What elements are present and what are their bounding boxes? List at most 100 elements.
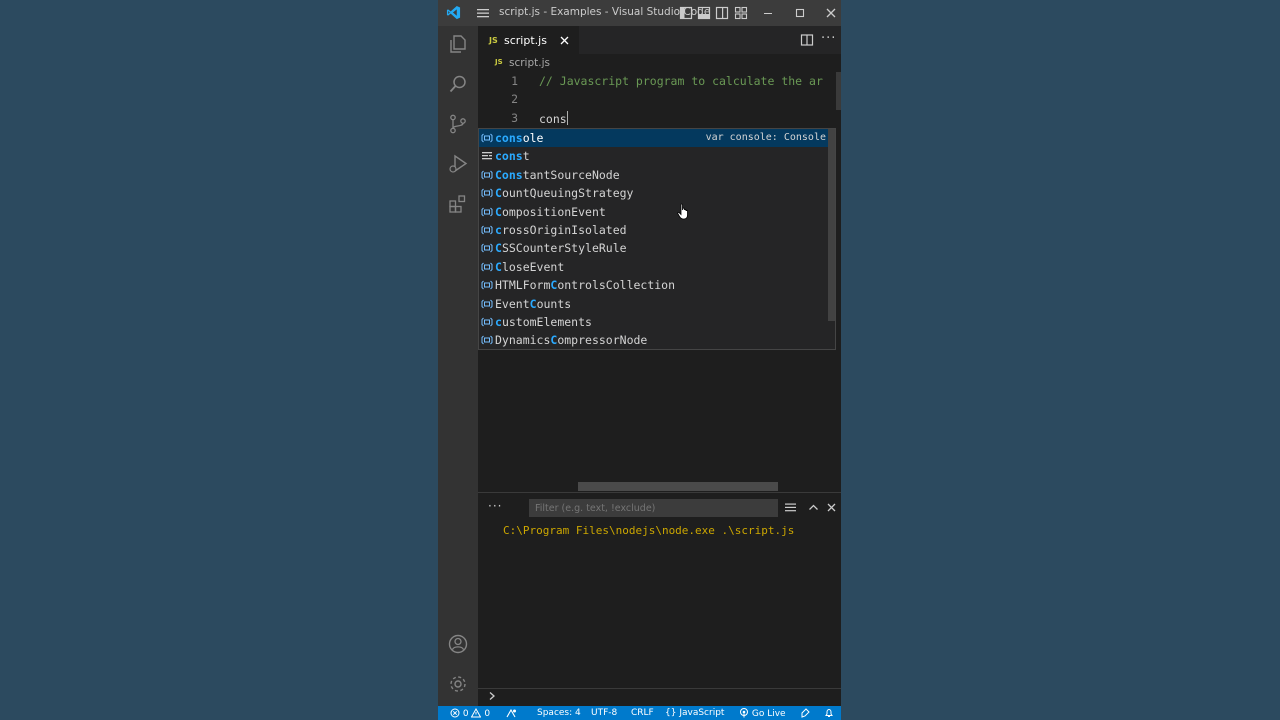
suggestion-item[interactable]: console var console: Console: [479, 129, 828, 147]
variable-icon: [481, 244, 493, 253]
indentation-status[interactable]: Spaces: 4: [537, 708, 581, 718]
suggestion-item[interactable]: customElements: [479, 313, 828, 331]
go-live-button[interactable]: Go Live: [739, 708, 786, 719]
suggestion-label: crossOriginIsolated: [495, 223, 627, 237]
suggestion-item[interactable]: const: [479, 147, 828, 165]
split-editor-icon[interactable]: [800, 33, 814, 47]
broadcast-icon: [740, 708, 748, 718]
output-line: C:\Program Files\nodejs\node.exe .\scrip…: [503, 524, 795, 537]
suggestion-label: console: [495, 131, 544, 145]
minimize-icon[interactable]: [761, 6, 775, 20]
code-text-wrapper: cons: [539, 111, 568, 126]
toggle-primary-sidebar-icon[interactable]: [679, 6, 693, 20]
warning-icon: [471, 707, 482, 718]
variable-icon: [481, 262, 493, 272]
variable-icon: [481, 317, 493, 327]
close-window-icon[interactable]: [824, 6, 838, 20]
suggestion-label: CompositionEvent: [495, 204, 606, 219]
toggle-secondary-sidebar-icon[interactable]: [715, 6, 729, 20]
search-icon[interactable]: [447, 73, 469, 95]
extensions-icon[interactable]: [447, 193, 469, 215]
variable-icon: [481, 225, 493, 235]
suggestion-item[interactable]: CompositionEvent: [479, 203, 828, 221]
variable-icon: [481, 133, 493, 143]
text-cursor: [566, 111, 568, 125]
keyword-icon: [482, 152, 492, 160]
customize-layout-icon[interactable]: [734, 6, 748, 20]
variable-icon: [481, 170, 493, 180]
accounts-icon[interactable]: [447, 633, 469, 655]
output-filter-input[interactable]: [529, 499, 778, 517]
suggestion-item[interactable]: HTMLFormControlsCollection: [479, 276, 828, 294]
language-label: JavaScript: [679, 708, 725, 718]
list-icon[interactable]: [784, 501, 797, 514]
notifications-bell-icon[interactable]: [824, 708, 834, 718]
output-panel: ··· C:\Program Files\nodejs\node.exe .\s…: [478, 492, 841, 707]
horizontal-scrollbar[interactable]: [578, 482, 778, 491]
line-number: 2: [511, 92, 518, 106]
run-on-save-icon[interactable]: [506, 708, 517, 718]
suggestion-label: EventCounts: [495, 296, 572, 311]
suggestion-item[interactable]: DynamicsCompressorNode: [479, 331, 828, 349]
run-and-debug-icon[interactable]: [447, 153, 469, 175]
tab-script-js[interactable]: JS script.js: [478, 26, 579, 55]
suggestion-item[interactable]: CloseEvent: [479, 258, 828, 276]
suggestion-label: customElements: [495, 315, 592, 329]
code-line: 2: [478, 90, 841, 108]
suggestion-label: const: [495, 149, 530, 164]
problems-indicator[interactable]: 0 0: [450, 707, 491, 719]
close-panel-icon[interactable]: [825, 501, 838, 514]
hand-pointer-icon: [677, 203, 688, 220]
suggestion-item[interactable]: EventCounts: [479, 295, 828, 313]
suggestion-label: CloseEvent: [495, 259, 565, 274]
error-count: 0: [462, 709, 469, 719]
vscode-logo-icon: [446, 5, 461, 20]
manage-gear-icon[interactable]: [447, 673, 469, 695]
code-line: 1 // Javascript program to calculate the…: [478, 72, 841, 90]
suggestion-widget: console var console: Console const Constant…: [478, 128, 836, 350]
variable-icon: [481, 207, 493, 216]
editor-tabs: JS script.js ···: [478, 26, 841, 55]
more-actions-button[interactable]: ···: [821, 31, 836, 46]
suggestion-item[interactable]: crossOriginIsolated: [479, 221, 828, 239]
javascript-file-icon: JS: [489, 36, 498, 45]
suggestion-label: DynamicsCompressorNode: [495, 333, 648, 348]
line-number: 3: [511, 111, 518, 125]
encoding-status[interactable]: UTF-8: [591, 708, 617, 718]
variable-icon: [481, 299, 493, 308]
code-line: 3 cons: [478, 109, 841, 127]
explorer-icon[interactable]: [447, 33, 469, 55]
go-live-label: Go Live: [751, 709, 786, 719]
panel-more-button[interactable]: ···: [488, 499, 502, 513]
suggestion-item[interactable]: CSSCounterStyleRule: [479, 239, 828, 257]
source-control-icon[interactable]: [447, 113, 469, 135]
chevron-right-icon[interactable]: [487, 691, 497, 701]
language-status[interactable]: {} JavaScript: [665, 708, 724, 718]
maximize-icon[interactable]: [793, 6, 807, 20]
toggle-panel-icon[interactable]: [697, 6, 711, 20]
breadcrumb: JS script.js: [478, 54, 841, 72]
feedback-icon[interactable]: [800, 708, 811, 718]
suggestion-label: CountQueuingStrategy: [495, 186, 634, 201]
line-number: 1: [511, 74, 518, 88]
status-bar: 0 0 Spaces: 4 UTF-8 CRLF {} JavaScript G…: [438, 706, 841, 720]
maximize-panel-icon[interactable]: [807, 501, 820, 514]
activity-bar: [438, 26, 478, 706]
panel-divider: [478, 688, 841, 689]
typed-text: cons: [539, 112, 567, 126]
braces-icon: {}: [665, 708, 677, 718]
suggestion-label: HTMLFormControlsCollection: [495, 278, 676, 293]
title-bar: script.js - Examples - Visual Studio Cod…: [438, 0, 841, 26]
tab-label: script.js: [504, 34, 547, 47]
suggestion-item[interactable]: ConstantSourceNode: [479, 166, 828, 184]
suggestion-scrollbar[interactable]: [828, 129, 835, 321]
eol-status[interactable]: CRLF: [631, 708, 654, 718]
close-tab-icon[interactable]: [558, 34, 571, 47]
javascript-file-icon: JS: [495, 58, 503, 66]
overview-ruler: [836, 72, 841, 110]
breadcrumb-file[interactable]: script.js: [509, 57, 550, 69]
suggestion-label: ConstantSourceNode: [495, 167, 620, 182]
hamburger-menu-icon[interactable]: [476, 6, 490, 20]
suggestion-item[interactable]: CountQueuingStrategy: [479, 184, 828, 202]
warning-count: 0: [484, 709, 491, 719]
